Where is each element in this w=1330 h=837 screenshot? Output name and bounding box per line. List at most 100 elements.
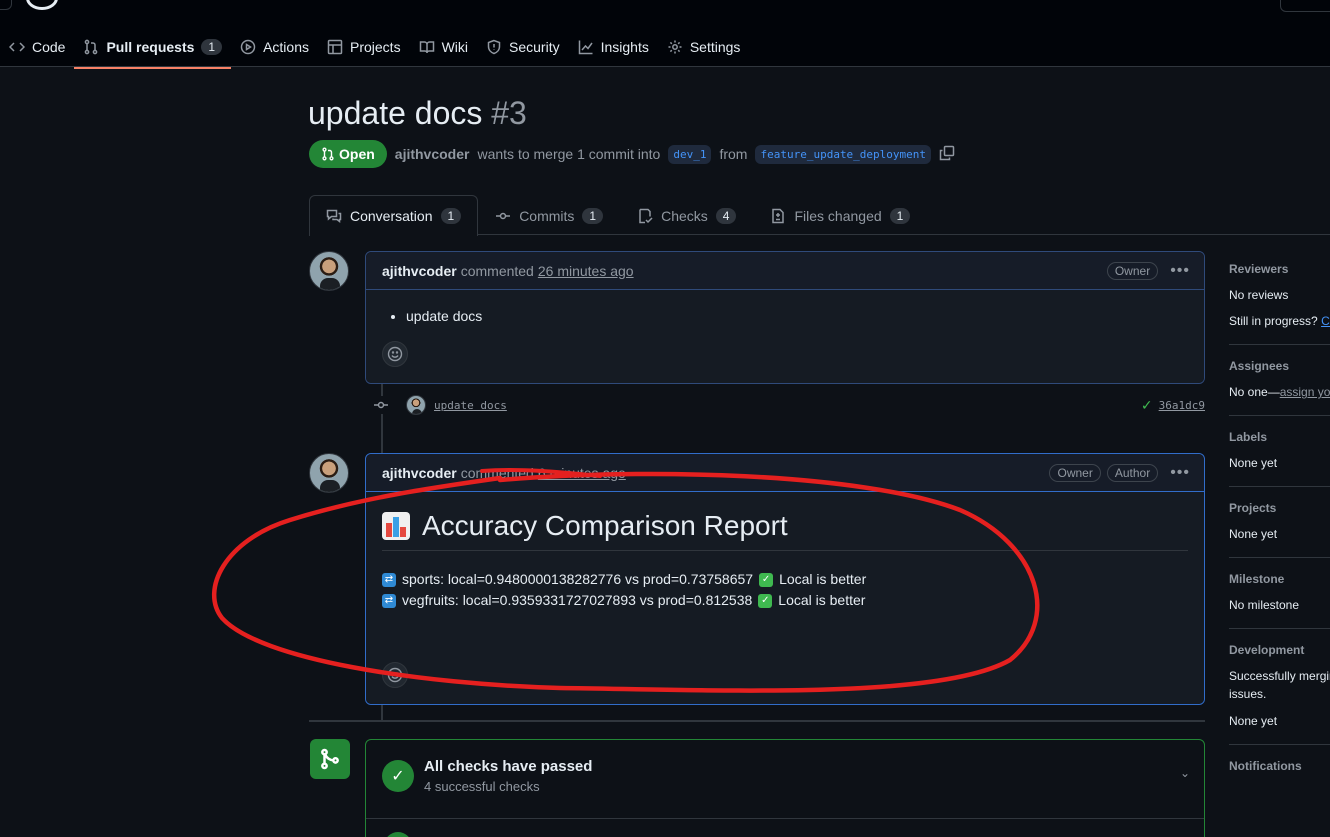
check-circle-icon: ✓ (382, 760, 414, 792)
sidebar-value: No milestone (1229, 598, 1300, 612)
nav-settings[interactable]: Settings (658, 31, 750, 63)
nav-pull-requests-label: Pull requests (106, 39, 195, 55)
menu-button[interactable] (0, 0, 12, 10)
head-branch[interactable]: feature_update_deployment (755, 144, 932, 164)
tab-files-changed[interactable]: Files changed 1 (753, 195, 927, 235)
repeat-icon: ⇄ (382, 572, 396, 587)
github-logo-icon[interactable] (26, 0, 58, 10)
nav-security[interactable]: Security (477, 31, 569, 63)
sidebar-projects: Projects None yet (1229, 501, 1330, 558)
comment-author-link[interactable]: ajithvcoder (382, 465, 457, 481)
comment-action: commented (460, 262, 534, 279)
add-reaction-button[interactable] (382, 341, 408, 367)
check-mark-icon: ✓ (759, 572, 774, 587)
pr-author-link[interactable]: ajithvcoder (395, 146, 470, 162)
commit-message-link[interactable]: update docs (434, 399, 507, 412)
sidebar-milestone: Milestone No milestone (1229, 572, 1330, 629)
nav-insights[interactable]: Insights (569, 31, 658, 63)
sidebar-development: Development Successfully mergin issues. … (1229, 643, 1330, 745)
tab-checks-count: 4 (715, 207, 737, 224)
assign-yourself-link[interactable]: assign yo (1280, 385, 1330, 399)
pr-tabs: Conversation 1 Commits 1 Checks 4 Files … (309, 195, 1330, 236)
merge-status-icon (310, 739, 350, 779)
code-icon (9, 42, 25, 52)
kebab-menu-icon[interactable]: ••• (1170, 262, 1190, 280)
status-badge: Open (309, 140, 387, 168)
report-lines: ⇄ sports: local=0.9480000138282776 vs pr… (382, 569, 1188, 611)
checks-divider (366, 818, 1204, 819)
avatar[interactable] (309, 453, 349, 493)
nav-code-label: Code (32, 39, 66, 55)
bar-chart-icon (382, 512, 410, 540)
tab-conversation-label: Conversation (350, 208, 433, 224)
comment-timestamp[interactable]: 26 minutes ago (538, 263, 634, 279)
comment-timestamp[interactable]: 6 minutes ago (538, 465, 626, 481)
merge-text: wants to merge 1 commit into (477, 146, 661, 162)
nav-projects[interactable]: Projects (318, 31, 410, 63)
smiley-icon (387, 346, 403, 362)
search-button[interactable] (1280, 0, 1330, 12)
pr-state-row: Open ajithvcoder wants to merge 1 commit… (309, 140, 955, 168)
pr-title-text: update docs (308, 95, 483, 131)
pr-number: #3 (491, 95, 527, 131)
tab-commits-label: Commits (519, 207, 575, 224)
commit-row: update docs ✓ 36a1dc9 (372, 394, 1205, 416)
convert-to-draft-link[interactable]: Co (1321, 314, 1330, 328)
author-badge: Author (1106, 463, 1159, 482)
nav-settings-label: Settings (689, 39, 741, 55)
git-commit-icon (496, 212, 511, 219)
nav-pull-requests[interactable]: Pull requests 1 (74, 31, 231, 69)
check-circle-icon (384, 832, 412, 837)
tab-checks[interactable]: Checks 4 (620, 195, 753, 235)
repo-header: Code Pull requests 1 Actions Projects Wi… (0, 0, 1330, 69)
copy-branch-button[interactable] (939, 145, 955, 164)
comment-body: update docs (366, 290, 1204, 383)
nav-security-label: Security (509, 39, 560, 55)
tab-conversation-count: 1 (440, 208, 462, 224)
sidebar-heading[interactable]: Milestone (1229, 572, 1330, 586)
sidebar-value: None yet (1229, 527, 1278, 541)
tab-checks-label: Checks (661, 207, 708, 224)
avatar[interactable] (309, 251, 349, 291)
pr-sidebar: Reviewers No reviews Still in progress? … (1229, 262, 1330, 811)
sidebar-heading[interactable]: Reviewers (1229, 262, 1330, 276)
tab-conversation[interactable]: Conversation 1 (309, 195, 479, 236)
nav-code[interactable]: Code (0, 31, 74, 63)
check-icon[interactable]: ✓ (1141, 397, 1153, 414)
comment-author-link[interactable]: ajithvcoder (382, 263, 457, 279)
comment-list: update docs (406, 308, 1188, 324)
comment-discussion-icon (326, 209, 342, 224)
sidebar-heading[interactable]: Development (1229, 643, 1330, 657)
chevron-down-icon[interactable]: ⌄ (1180, 766, 1190, 780)
commit-sha-link[interactable]: 36a1dc9 (1159, 399, 1205, 412)
shield-icon (487, 39, 501, 55)
sidebar-heading[interactable]: Labels (1229, 430, 1330, 444)
pull-request-icon (322, 147, 334, 161)
report-line-verdict: Local is better (778, 592, 866, 608)
timeline-divider (309, 720, 1205, 722)
report-line-text: sports: local=0.9480000138282776 vs prod… (402, 571, 754, 587)
pull-request-icon (85, 39, 98, 55)
kebab-menu-icon[interactable]: ••• (1170, 464, 1190, 482)
sidebar-value: issues. (1229, 687, 1267, 701)
sidebar-heading[interactable]: Assignees (1229, 359, 1330, 373)
table-icon (327, 39, 343, 55)
add-reaction-button[interactable] (382, 662, 408, 688)
progress-text: Still in progress? (1229, 314, 1318, 328)
avatar[interactable] (406, 395, 426, 415)
from-text: from (719, 146, 748, 162)
checks-summary: ✓ All checks have passed 4 successful ch… (365, 739, 1205, 837)
nav-insights-label: Insights (600, 39, 649, 55)
nav-actions[interactable]: Actions (231, 31, 318, 63)
sidebar-heading[interactable]: Projects (1229, 501, 1330, 515)
checklist-icon (639, 208, 653, 223)
nav-wiki[interactable]: Wiki (410, 31, 477, 63)
sidebar-value: No reviews (1229, 288, 1289, 302)
play-icon (240, 39, 256, 55)
checks-header[interactable]: ✓ All checks have passed 4 successful ch… (366, 740, 1204, 794)
status-label: Open (339, 146, 375, 162)
comment-header: ajithvcoder commented 6 minutes ago Owne… (366, 454, 1204, 492)
base-branch[interactable]: dev_1 (668, 144, 712, 164)
tab-commits[interactable]: Commits 1 (478, 195, 620, 235)
owner-badge: Owner (1049, 463, 1101, 482)
